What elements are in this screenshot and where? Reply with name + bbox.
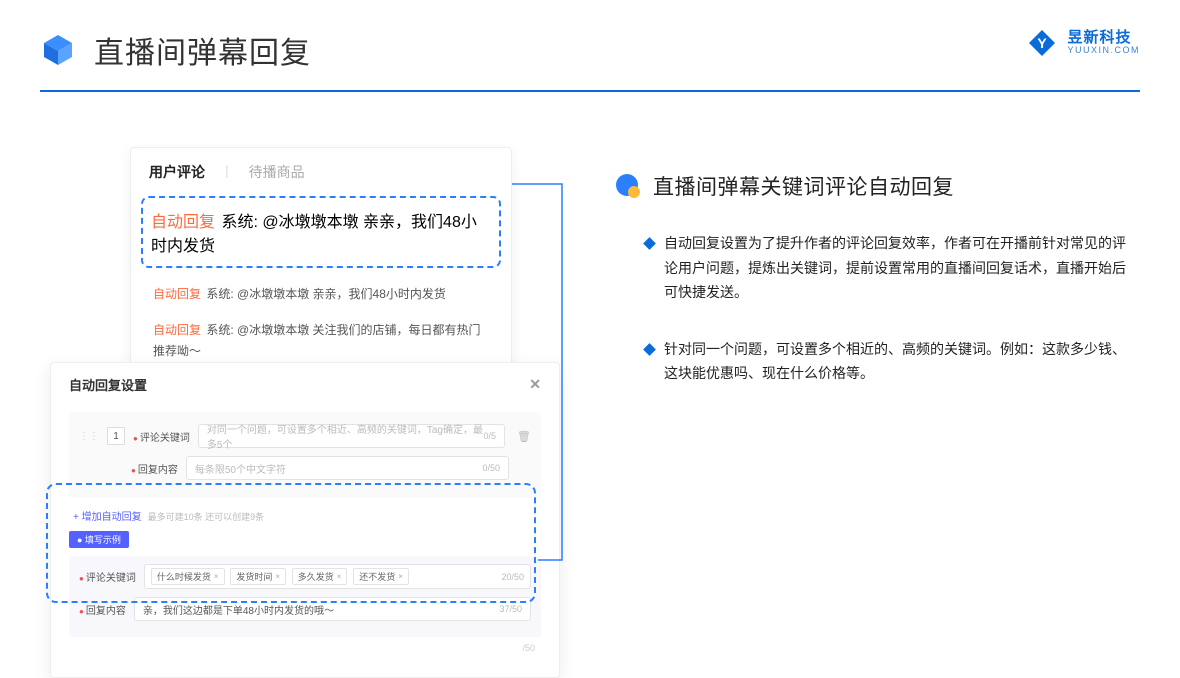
- ex-content-input[interactable]: 亲，我们这边都是下单48小时内发货的哦～ 37/50: [134, 597, 531, 621]
- index-box: 1: [107, 427, 125, 445]
- comments-panel: 用户评论 | 待播商品 自动回复 系统: @冰墩墩本墩 亲亲，我们48小时内发货…: [130, 147, 512, 388]
- auto-reply-tag: 自动回复: [153, 323, 201, 337]
- tab-user-comments[interactable]: 用户评论: [149, 162, 205, 182]
- content-input[interactable]: 每条限50个中文字符 0/50: [186, 456, 509, 480]
- keywords-label: ●评论关键词: [133, 429, 190, 444]
- bottom-counter: /50: [69, 643, 541, 653]
- screenshot-column: 用户评论 | 待播商品 自动回复 系统: @冰墩墩本墩 亲亲，我们48小时内发货…: [50, 147, 560, 418]
- bullet-text: 针对同一个问题，可设置多个相近的、高频的关键词。例如：这款多少钱、这块能优惠吗、…: [664, 337, 1130, 386]
- description-column: 直播间弹幕关键词评论自动回复 自动回复设置为了提升作者的评论回复效率，作者可在开…: [615, 147, 1140, 418]
- tab-pending-products[interactable]: 待播商品: [249, 162, 305, 182]
- page-header: 直播间弹幕回复: [0, 0, 1180, 72]
- example-badge: ● 填写示例: [69, 531, 129, 548]
- tab-divider: |: [225, 162, 229, 182]
- comment-row: 自动回复 系统: @冰墩墩本墩 关注我们的店铺，每日都有热门推荐呦～: [149, 312, 493, 369]
- ex-keywords-label: ●评论关键词: [79, 569, 136, 584]
- brand-name-en: YUUXIN.COM: [1067, 46, 1140, 56]
- comments-tabs: 用户评论 | 待播商品: [149, 162, 493, 182]
- ex-keywords-input[interactable]: 什么时候发货× 发货时间× 多久发货× 还不发货× 20/50: [144, 564, 531, 589]
- comment-text: 系统: @冰墩墩本墩 关注我们的店铺，每日都有热门推荐呦～: [153, 323, 481, 357]
- keyword-chip[interactable]: 发货时间×: [230, 568, 286, 585]
- keyword-chip[interactable]: 多久发货×: [292, 568, 348, 585]
- close-icon[interactable]: ✕: [529, 376, 541, 393]
- brand-logo: Y 昱新科技 YUUXIN.COM: [1027, 28, 1140, 58]
- comment-text: 系统: @冰墩墩本墩 亲亲，我们48小时内发货: [206, 287, 446, 301]
- diamond-icon: [643, 343, 656, 356]
- keywords-input[interactable]: 对同一个问题，可设置多个相近、高频的关键词，Tag确定，最多5个 0/5: [198, 424, 505, 448]
- auto-reply-settings-panel: 自动回复设置 ✕ ⋮⋮ 1 ●评论关键词 对同一个问题，可设置多个相近、高频的关…: [50, 362, 560, 678]
- brand-name-cn: 昱新科技: [1067, 30, 1140, 47]
- diamond-icon: [643, 237, 656, 250]
- keyword-chip[interactable]: 什么时候发货×: [151, 568, 225, 585]
- bullet-item: 针对同一个问题，可设置多个相近的、高频的关键词。例如：这款多少钱、这块能优惠吗、…: [615, 337, 1140, 386]
- page-title: 直播间弹幕回复: [94, 28, 311, 72]
- add-auto-reply-link[interactable]: + 增加自动回复最多可建10条 还可以创建9条: [73, 508, 541, 523]
- svg-text:Y: Y: [1038, 35, 1048, 51]
- form-block: ⋮⋮ 1 ●评论关键词 对同一个问题，可设置多个相近、高频的关键词，Tag确定，…: [69, 412, 541, 498]
- delete-icon[interactable]: 🗑: [517, 430, 531, 443]
- settings-title: 自动回复设置: [69, 375, 147, 394]
- section-title: 直播间弹幕关键词评论自动回复: [653, 171, 954, 201]
- ex-content-label: ●回复内容: [79, 602, 126, 617]
- drag-handle-icon[interactable]: ⋮⋮: [79, 431, 99, 442]
- auto-reply-tag: 自动回复: [153, 287, 201, 301]
- content-label: ●回复内容: [131, 461, 178, 476]
- section-head: 直播间弹幕关键词评论自动回复: [615, 171, 1140, 201]
- example-block: ●评论关键词 什么时候发货× 发货时间× 多久发货× 还不发货× 20/50 ●…: [69, 556, 541, 637]
- comment-row: 自动回复 系统: @冰墩墩本墩 亲亲，我们48小时内发货: [149, 276, 493, 312]
- bubble-icon: [615, 173, 641, 199]
- highlighted-comment: 自动回复 系统: @冰墩墩本墩 亲亲，我们48小时内发货: [141, 196, 501, 268]
- keyword-chip[interactable]: 还不发货×: [353, 568, 409, 585]
- bullet-item: 自动回复设置为了提升作者的评论回复效率，作者可在开播前针对常见的评论用户问题，提…: [615, 231, 1140, 305]
- header-cube-icon: [40, 32, 76, 68]
- bullet-text: 自动回复设置为了提升作者的评论回复效率，作者可在开播前针对常见的评论用户问题，提…: [664, 231, 1130, 305]
- auto-reply-tag: 自动回复: [151, 214, 215, 231]
- brand-icon: Y: [1027, 28, 1057, 58]
